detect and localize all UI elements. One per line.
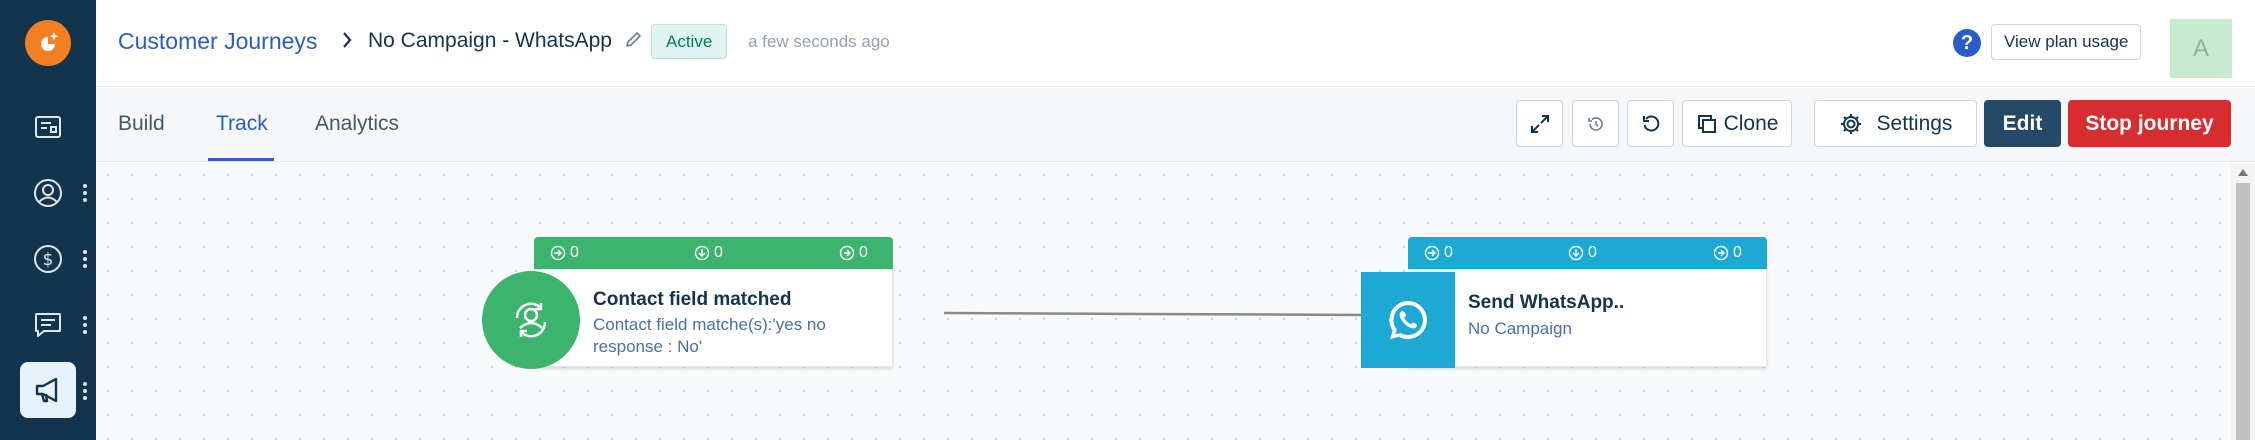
journey-toolbar: Build Track Analytics Clone Settings Edi… [96,88,2255,162]
journey-node-contact-field-matched[interactable]: 0 0 0 Contact field matched Contact fiel… [482,237,922,369]
exited-stat: 0 [1713,244,1742,262]
history-button[interactable] [1572,100,1619,147]
exited-count: 0 [859,244,868,261]
entered-count: 0 [1444,244,1453,261]
node-connector [943,307,1378,323]
contact-field-matched-icon [482,271,580,369]
edit-button[interactable]: Edit [1984,100,2061,147]
breadcrumb-customer-journeys[interactable]: Customer Journeys [118,28,317,55]
deals-more-icon[interactable] [82,249,88,269]
active-tab-indicator [208,158,274,161]
sidebar-item-marketing[interactable] [20,362,76,418]
enter-icon [550,245,566,261]
waiting-stat: 0 [1568,244,1597,262]
sidebar-item-deals[interactable]: $ [20,231,76,287]
conversations-more-icon[interactable] [82,315,88,335]
clone-icon [1697,114,1716,133]
enter-icon [1424,245,1440,261]
history-icon [1587,116,1603,131]
scroll-up-arrow-icon[interactable] [2238,169,2248,176]
brand-logo[interactable] [25,20,71,66]
journey-node-send-whatsapp[interactable]: 0 0 0 Send WhatsApp.. No Campaign [1361,237,1767,368]
sidebar-item-dashboard[interactable] [20,99,76,155]
entered-stat: 0 [1424,244,1453,262]
svg-text:$: $ [43,250,54,270]
chevron-right-icon [343,32,352,48]
tab-analytics[interactable]: Analytics [315,112,399,136]
tab-track[interactable]: Track [216,112,268,136]
tab-build[interactable]: Build [118,112,165,136]
entered-stat: 0 [550,244,579,262]
dashboard-icon [35,116,61,138]
node-title: Send WhatsApp.. [1468,292,1625,313]
node-body [1408,269,1767,367]
settings-label: Settings [1876,111,1953,135]
status-badge: Active [651,24,728,59]
last-updated: a few seconds ago [748,32,890,51]
node-subtitle-line-1: Contact field matche(s):'yes no [593,315,826,334]
exit-icon [839,245,855,261]
sidebar-item-contacts[interactable] [20,165,76,221]
entered-count: 0 [570,244,579,261]
down-icon [694,245,710,261]
chat-icon [35,313,61,337]
megaphone-icon [35,377,58,403]
clone-label: Clone [1723,111,1779,135]
down-icon [1568,245,1584,261]
sidebar-item-conversations[interactable] [20,297,76,353]
sidebar: $ [0,0,96,440]
refresh-button[interactable] [1627,100,1674,147]
stop-journey-button[interactable]: Stop journey [2068,100,2231,147]
exited-count: 0 [1733,244,1742,261]
contacts-icon [34,179,62,207]
avatar[interactable]: A [2170,19,2232,78]
exit-icon [1713,245,1729,261]
help-icon[interactable]: ? [1953,29,1981,57]
page-header: Customer Journeys No Campaign - WhatsApp… [96,0,2255,87]
clone-button[interactable]: Clone [1682,100,1792,147]
page-title: No Campaign - WhatsApp [368,29,612,52]
node-subtitle-line-1: No Campaign [1468,319,1572,338]
node-stats-bar: 0 0 0 [534,237,893,271]
waiting-count: 0 [714,244,723,261]
gear-icon [1840,113,1861,134]
expand-icon [1530,114,1549,133]
waiting-stat: 0 [694,244,723,262]
marketing-more-icon[interactable] [82,381,88,401]
node-subtitle-line-2: response : No' [593,337,703,356]
exited-stat: 0 [839,244,868,262]
node-stats-bar: 0 0 0 [1408,237,1767,271]
journey-canvas[interactable]: 0 0 0 Contact field matched Contact fiel… [96,163,2255,440]
view-plan-usage-button[interactable]: View plan usage [1991,24,2142,60]
scrollbar-thumb[interactable] [2236,183,2250,440]
app: $ Customer Journeys No Campaign - WhatsA… [0,0,2255,440]
whatsapp-icon [1361,272,1455,368]
refresh-icon [1642,115,1659,131]
contacts-more-icon[interactable] [82,183,88,203]
pencil-icon[interactable] [624,30,642,50]
waiting-count: 0 [1588,244,1597,261]
logo-icon [41,32,59,51]
canvas-scrollbar[interactable] [2231,163,2255,440]
node-title: Contact field matched [593,289,792,310]
dollar-icon: $ [34,245,62,273]
fullscreen-button[interactable] [1516,100,1563,147]
settings-button[interactable]: Settings [1814,100,1977,147]
